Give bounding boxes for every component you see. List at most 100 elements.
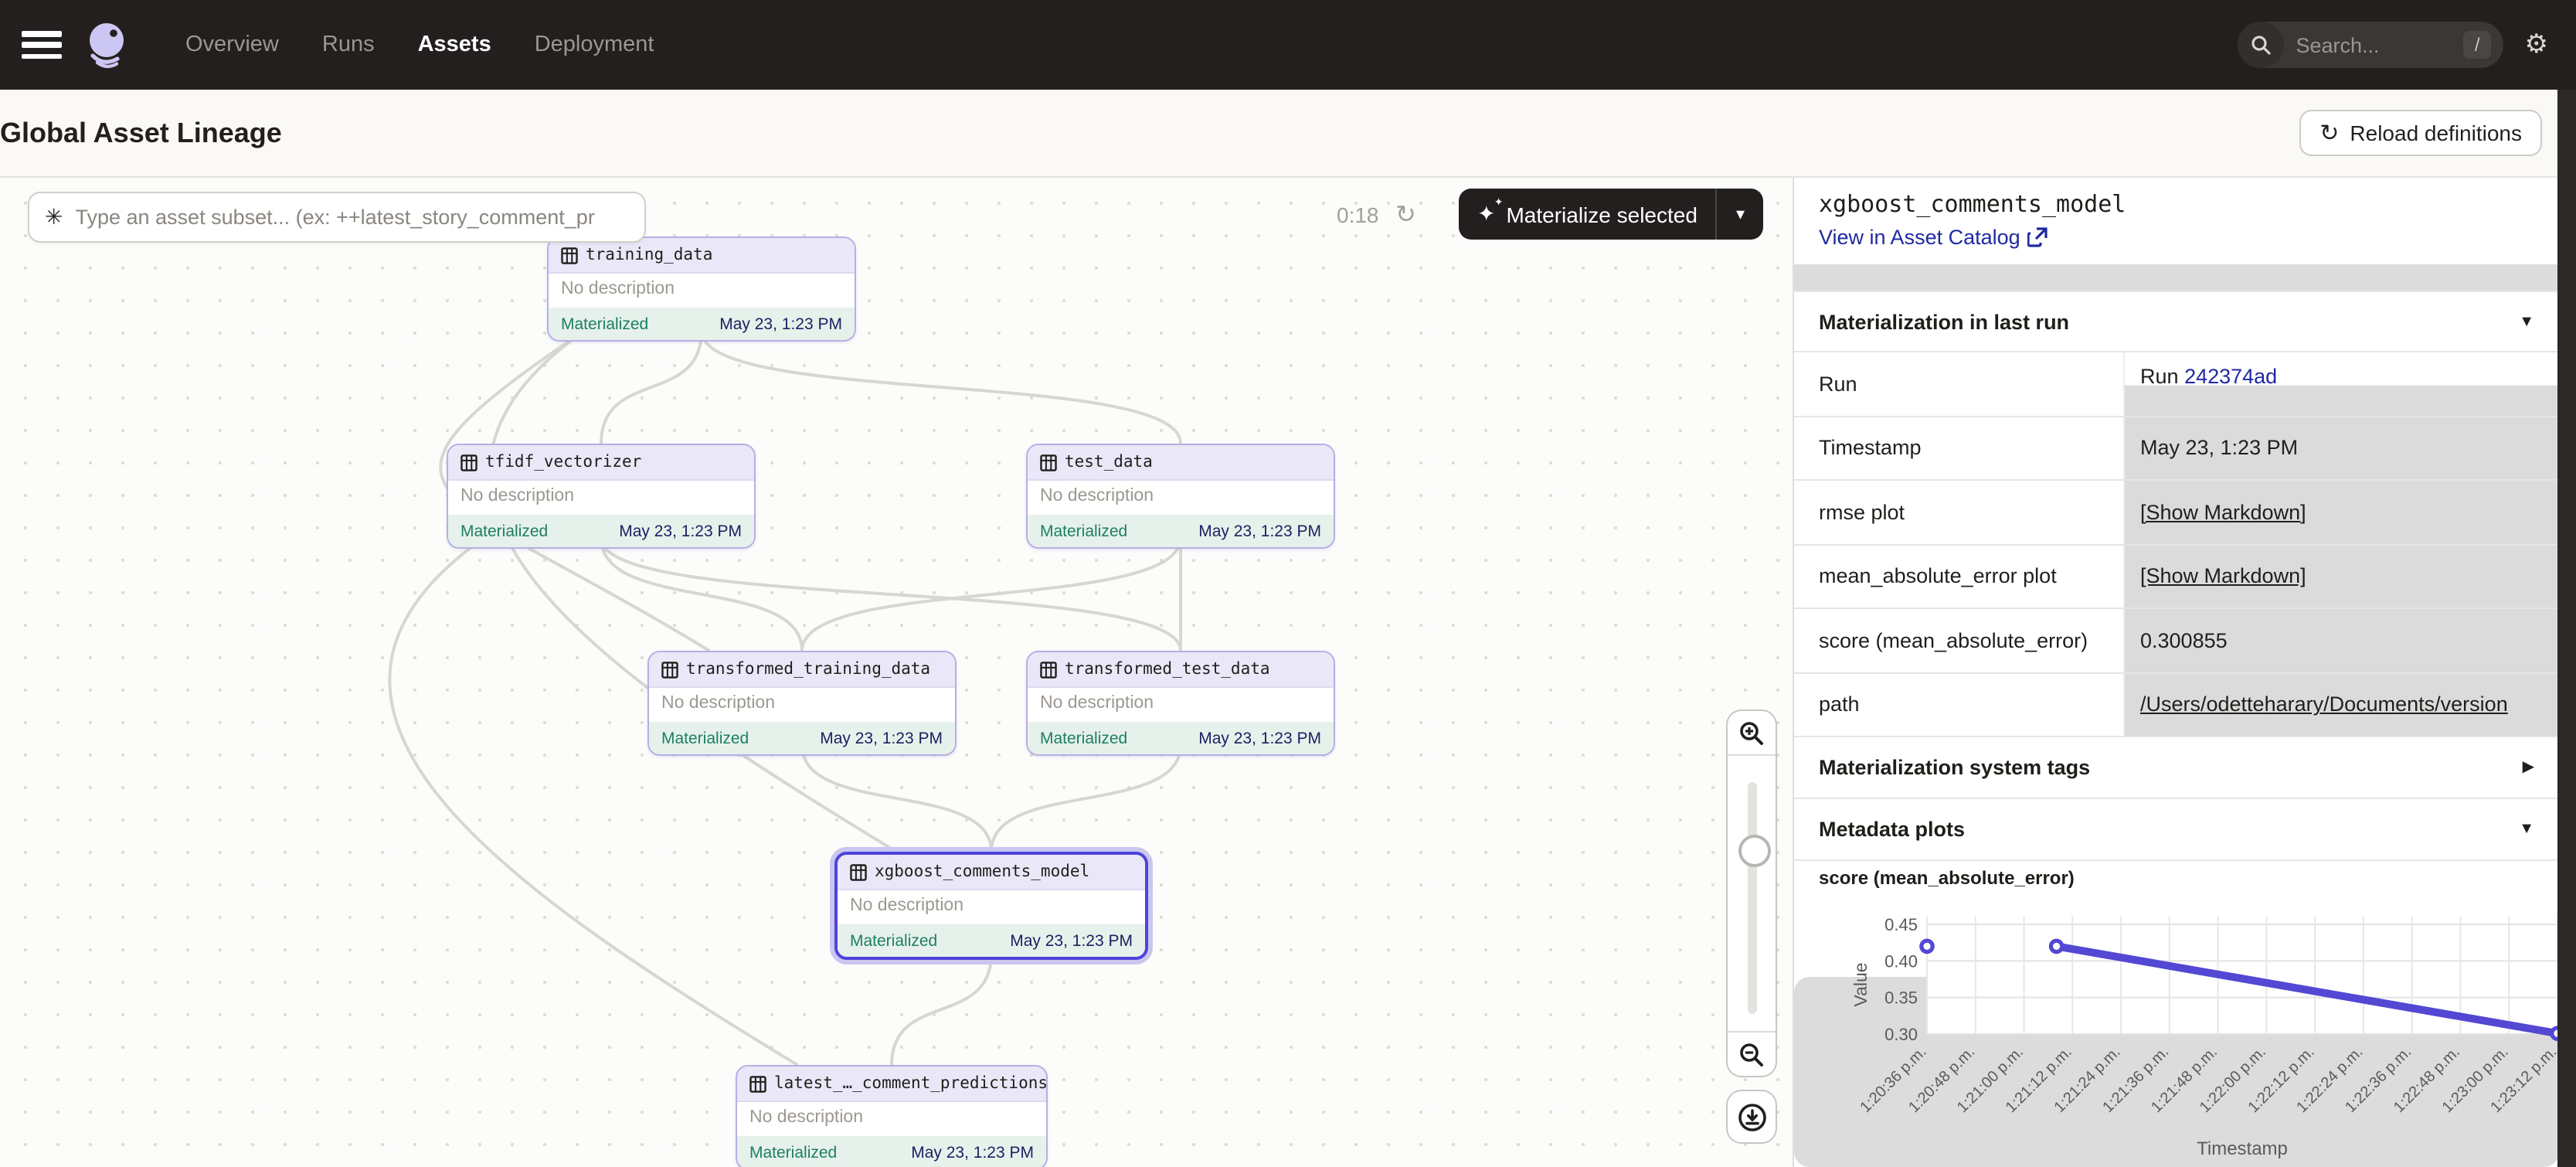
primary-nav: Overview Runs Assets Deployment: [185, 32, 654, 57]
page-header: Global Asset Lineage ↻ Reload definition…: [0, 90, 2576, 178]
metadata-link[interactable]: [Show Markdown]: [2140, 501, 2306, 524]
asset-node-status: MaterializedMay 23, 1:23 PM: [1028, 515, 1334, 547]
search-icon: [2238, 22, 2284, 68]
asset-node-status: MaterializedMay 23, 1:23 PM: [549, 308, 855, 340]
status-date: May 23, 1:23 PM: [820, 729, 943, 747]
svg-text:Value: Value: [1850, 962, 1871, 1006]
asset-node-header: tfidf_vectorizer: [448, 445, 754, 481]
status-badge: Materialized: [850, 931, 937, 950]
materialize-dropdown-caret[interactable]: ▾: [1718, 204, 1763, 224]
metadata-row-score-mean-absolute-error-: score (mean_absolute_error)0.300855: [1794, 609, 2557, 673]
asset-node-header: transformed_training_data: [649, 652, 955, 688]
asset-node-name: xgboost_comments_model: [875, 862, 1089, 881]
nav-overview[interactable]: Overview: [185, 32, 279, 57]
asset-node-description: No description: [448, 481, 754, 515]
metadata-link[interactable]: [Show Markdown]: [2140, 565, 2306, 588]
asset-subset-input[interactable]: [72, 204, 644, 230]
score-line-chart: 0.450.400.350.30Value1:20:36 p.m.1:20:48…: [1794, 889, 2557, 1167]
asset-node-status: Materialized May 23, 1:23 PM: [649, 722, 955, 754]
table-icon: [850, 863, 867, 880]
window-scrollbar-top[interactable]: [2557, 90, 2576, 178]
asset-node-name: transformed_test_data: [1065, 660, 1270, 679]
asset-node-status: MaterializedMay 23, 1:23 PM: [448, 515, 754, 547]
asset-node-test_data[interactable]: test_data No descriptionMaterializedMay 2…: [1026, 444, 1335, 549]
svg-text:0.35: 0.35: [1884, 988, 1918, 1008]
asset-node-xgboost_comments_model[interactable]: xgboost_comments_modelNo descriptionMate…: [834, 852, 1148, 960]
table-icon: [661, 661, 678, 678]
asset-node-transformed_test_data[interactable]: transformed_test_data No description Mater…: [1026, 651, 1335, 756]
status-badge: Materialized: [1040, 729, 1127, 747]
svg-text:0.40: 0.40: [1884, 951, 1918, 971]
asset-node-latest_comment_predictions[interactable]: latest_…_comment_predictionsNo descripti…: [736, 1065, 1048, 1167]
nav-deployment[interactable]: Deployment: [535, 32, 654, 57]
loading-band: [1794, 264, 2557, 291]
nav-right: Search... / ⚙: [2238, 22, 2549, 68]
status-badge: Materialized: [749, 1143, 837, 1162]
search-placeholder: Search...: [2296, 33, 2464, 56]
metadata-value: May 23, 1:23 PM: [2140, 437, 2298, 460]
asset-node-transformed_training_data[interactable]: transformed_training_dataNo descriptionM…: [647, 651, 957, 756]
asset-node-tfidf_vectorizer[interactable]: tfidf_vectorizer No descriptionMaterializ…: [447, 444, 756, 549]
asset-node-header: transformed_test_data: [1028, 652, 1334, 688]
download-graph-button[interactable]: [1726, 1090, 1777, 1144]
metadata-link[interactable]: /Users/odetteharary/Documents/version: [2140, 693, 2508, 716]
lineage-canvas[interactable]: training_data No description Materialized M…: [0, 178, 1793, 1167]
hamburger-menu-icon[interactable]: [22, 31, 62, 59]
asset-node-name: latest_…_comment_predictions: [774, 1074, 1048, 1093]
app-window: Overview Runs Assets Deployment Search..…: [0, 0, 2576, 1167]
asset-node-name: transformed_training_data: [686, 660, 930, 679]
asset-node-status: MaterializedMay 23, 1:23 PM: [838, 924, 1145, 957]
chevron-right-icon[interactable]: ▶: [2523, 759, 2534, 776]
zoom-controls: [1726, 709, 1777, 1077]
asset-node-header: xgboost_comments_model: [838, 855, 1145, 890]
reload-label: Reload definitions: [2350, 121, 2522, 145]
table-icon: [749, 1075, 766, 1092]
asset-node-header: training_data: [549, 238, 855, 274]
chevron-down-icon[interactable]: ▼: [2519, 821, 2534, 838]
zoom-in-button[interactable]: [1728, 711, 1776, 756]
dagster-logo[interactable]: [80, 19, 133, 71]
asset-node-training_data[interactable]: training_dataNo descriptionMaterializedM…: [547, 236, 856, 342]
asset-name: xgboost_comments_model: [1819, 190, 2126, 218]
search-input[interactable]: Search... /: [2238, 22, 2503, 68]
top-nav: Overview Runs Assets Deployment Search..…: [0, 0, 2576, 90]
asset-node-name: tfidf_vectorizer: [485, 453, 641, 471]
asset-details-panel: xgboost_comments_model View in Asset Cat…: [1793, 178, 2557, 1167]
window-scrollbar[interactable]: [2557, 178, 2576, 1167]
status-date: May 23, 1:23 PM: [911, 1143, 1034, 1162]
sparkle-icon: ✦✦: [1477, 201, 1495, 227]
zoom-slider-track[interactable]: [1748, 782, 1757, 1014]
metadata-label: mean_absolute_error plot: [1794, 545, 2125, 607]
run-id-link[interactable]: 242374ad: [2184, 365, 2277, 388]
svg-text:Timestamp: Timestamp: [2197, 1138, 2288, 1159]
view-in-asset-catalog-link[interactable]: View in Asset Catalog: [1819, 226, 2048, 249]
metadata-row-rmse-plot: rmse plot[Show Markdown]: [1794, 481, 2557, 545]
metadata-label: path: [1794, 673, 2125, 736]
section-materialization-last-run[interactable]: Materialization in last run ▼: [1794, 291, 2557, 352]
gear-icon[interactable]: ⚙: [2525, 29, 2549, 60]
status-badge: Materialized: [661, 729, 749, 747]
reload-icon: ↻: [2319, 119, 2339, 147]
asset-node-description: No description: [1028, 688, 1334, 722]
status-date: May 23, 1:23 PM: [719, 315, 842, 333]
nav-assets[interactable]: Assets: [418, 32, 491, 57]
asset-subset-filter[interactable]: ✳: [28, 192, 646, 243]
asset-node-name: training_data: [586, 246, 712, 264]
materialize-selected-button[interactable]: ✦✦ Materialize selected ▾: [1459, 189, 1763, 240]
asset-node-header: latest_…_comment_predictions: [737, 1067, 1046, 1102]
zoom-slider-handle[interactable]: [1738, 835, 1771, 867]
metadata-label: Run: [1794, 352, 2125, 415]
op-selector-icon: ✳: [45, 204, 63, 230]
nav-runs[interactable]: Runs: [322, 32, 375, 57]
reload-definitions-button[interactable]: ↻ Reload definitions: [2299, 110, 2542, 156]
section-metadata-plots[interactable]: Metadata plots ▼: [1794, 799, 2557, 861]
table-icon: [1040, 454, 1057, 471]
chevron-down-icon[interactable]: ▼: [2519, 313, 2534, 330]
refresh-icon[interactable]: ↻: [1395, 199, 1416, 230]
zoom-out-button[interactable]: [1728, 1031, 1776, 1076]
metadata-row-path: path/Users/odetteharary/Documents/versio…: [1794, 673, 2557, 737]
asset-node-name: test_data: [1065, 453, 1153, 471]
section-system-tags[interactable]: Materialization system tags ▶: [1794, 737, 2557, 799]
external-link-icon: [2028, 227, 2048, 247]
asset-node-description: No description: [1028, 481, 1334, 515]
